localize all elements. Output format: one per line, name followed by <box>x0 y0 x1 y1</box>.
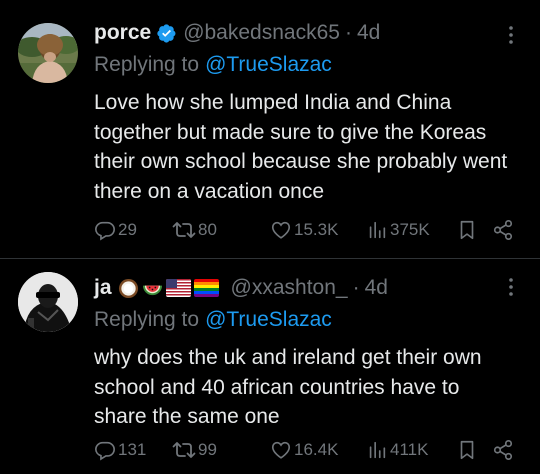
replying-to: Replying to @TrueSlazac <box>94 50 522 80</box>
replying-to-mention[interactable]: @TrueSlazac <box>205 53 332 77</box>
timestamp[interactable]: 4d <box>365 276 388 300</box>
more-options-icon[interactable] <box>500 276 522 298</box>
bookmark-icon <box>456 439 478 461</box>
reply-count: 29 <box>118 220 137 239</box>
like-button[interactable]: 16.4K <box>270 439 366 461</box>
tweet-header: ja @xxashton_ · 4d <box>94 271 522 305</box>
tweet-header: porce @bakedsnack65 · 4d <box>94 16 522 50</box>
bookmark-icon <box>456 219 478 241</box>
reply-icon <box>94 219 116 241</box>
tweet-content: ja @xxashton_ · 4d Replying to @TrueSlaz… <box>94 271 522 432</box>
avatar[interactable] <box>18 272 78 332</box>
heart-icon <box>270 219 292 241</box>
timestamp[interactable]: 4d <box>357 21 380 45</box>
views-chart-icon <box>366 439 388 461</box>
share-button[interactable] <box>492 219 516 241</box>
share-icon <box>492 219 514 241</box>
tweet-text: why does the uk and ireland get their ow… <box>94 346 482 428</box>
reply-icon <box>94 439 116 461</box>
reply-count: 131 <box>118 440 147 459</box>
share-icon <box>492 439 514 461</box>
tweet-actions: 29 80 15.3K 375K <box>94 214 522 246</box>
display-name[interactable]: porce <box>94 21 151 45</box>
tweet[interactable]: porce @bakedsnack65 · 4d Replying to @Tr… <box>0 0 540 258</box>
share-button[interactable] <box>492 439 516 461</box>
repost-button[interactable]: 99 <box>172 439 270 461</box>
avatar[interactable] <box>18 23 78 83</box>
replying-to-mention[interactable]: @TrueSlazac <box>205 308 332 332</box>
replying-to-label: Replying to <box>94 53 200 76</box>
like-count: 15.3K <box>294 220 339 239</box>
rainbow-flag-emoji-icon <box>193 279 219 297</box>
user-handle[interactable]: @bakedsnack65 <box>183 21 340 45</box>
tweet[interactable]: ja @xxashton_ · 4d Replying to @TrueSlaz… <box>0 259 540 474</box>
replying-to: Replying to @TrueSlazac <box>94 305 522 335</box>
views-chart-icon <box>366 219 388 241</box>
user-handle[interactable]: @xxashton_ <box>231 276 348 300</box>
views-count: 375K <box>390 220 430 239</box>
watermelon-emoji-icon <box>142 278 163 299</box>
bookmark-button[interactable] <box>456 219 492 241</box>
repost-icon <box>172 219 196 241</box>
tweet-actions: 131 99 16.4K 411K <box>94 434 522 466</box>
views-button[interactable]: 375K <box>366 219 456 241</box>
coconut-emoji-icon <box>118 278 139 299</box>
more-options-icon[interactable] <box>500 24 522 46</box>
like-button[interactable]: 15.3K <box>270 219 366 241</box>
like-count: 16.4K <box>294 440 339 459</box>
replying-to-label: Replying to <box>94 308 200 331</box>
separator-dot: · <box>344 21 352 44</box>
verified-badge-icon[interactable] <box>156 23 177 44</box>
views-button[interactable]: 411K <box>366 439 456 461</box>
tweet-text: Love how she lumped India and China toge… <box>94 91 508 203</box>
separator-dot: · <box>352 276 360 299</box>
repost-count: 99 <box>198 440 217 459</box>
repost-count: 80 <box>198 220 217 239</box>
display-name[interactable]: ja <box>94 276 112 300</box>
heart-icon <box>270 439 292 461</box>
us-flag-emoji-icon <box>165 279 191 297</box>
repost-button[interactable]: 80 <box>172 219 270 241</box>
reply-button[interactable]: 131 <box>94 439 172 461</box>
reply-button[interactable]: 29 <box>94 219 172 241</box>
tweet-content: porce @bakedsnack65 · 4d Replying to @Tr… <box>94 16 522 206</box>
repost-icon <box>172 439 196 461</box>
bookmark-button[interactable] <box>456 439 492 461</box>
views-count: 411K <box>390 440 429 459</box>
